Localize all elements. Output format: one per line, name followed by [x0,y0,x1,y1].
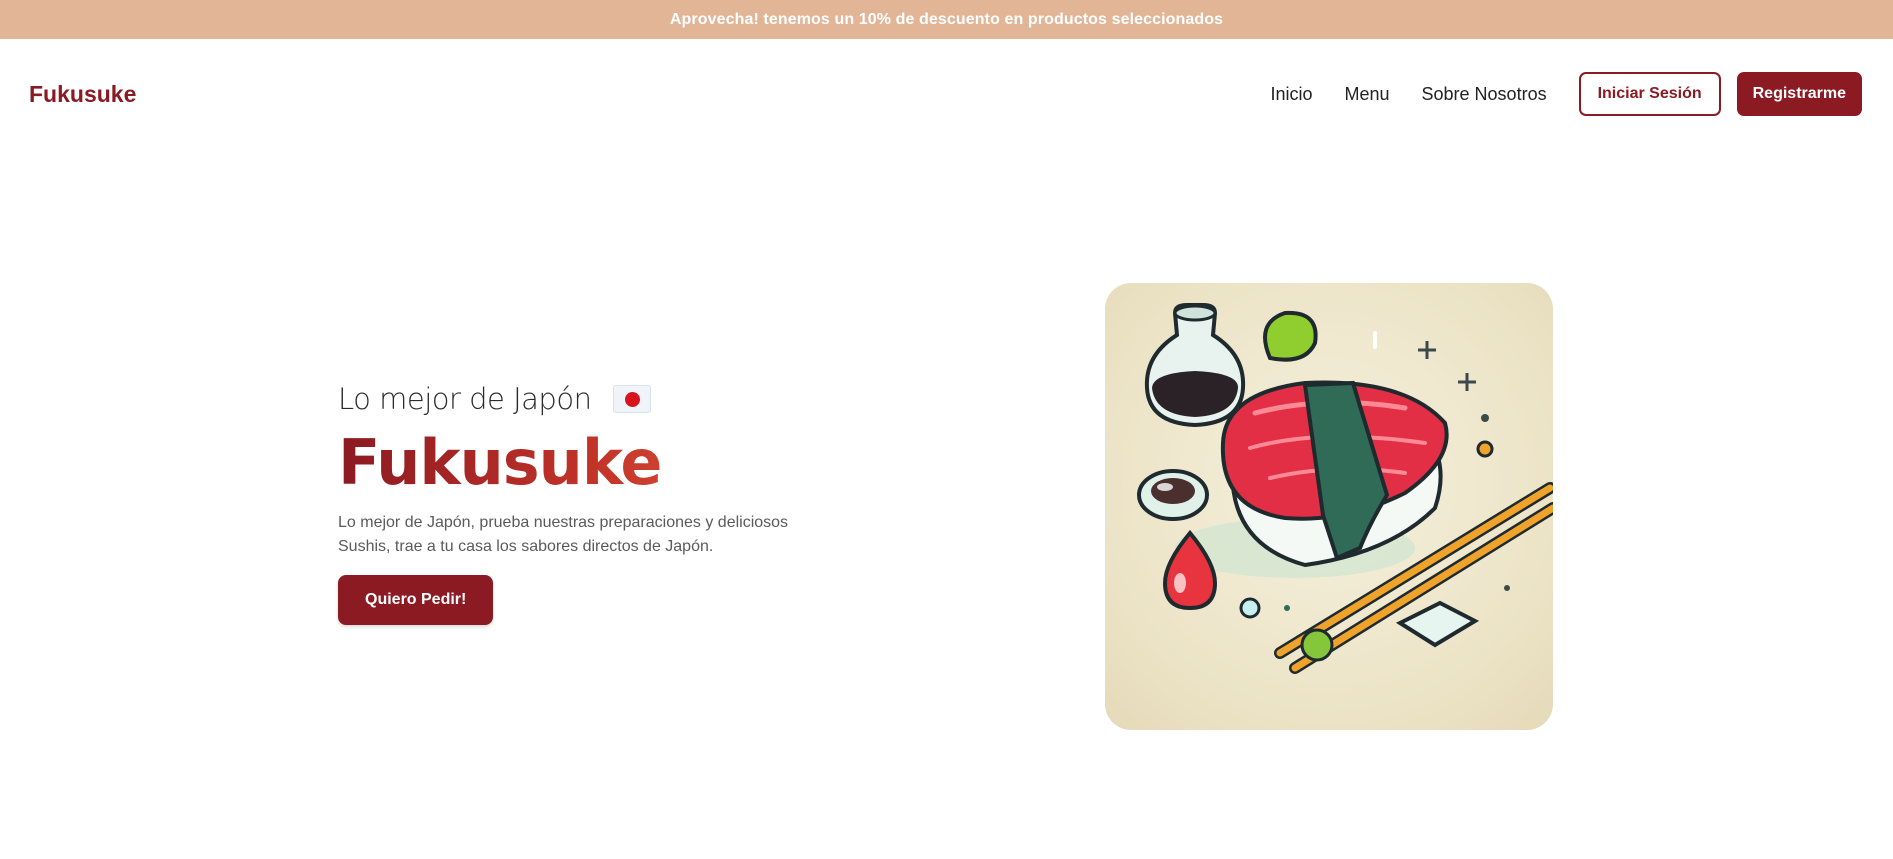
nav-links: Inicio Menu Sobre Nosotros Iniciar Sesió… [1270,71,1893,117]
nav-link-sobre-nosotros[interactable]: Sobre Nosotros [1422,84,1547,105]
order-button[interactable]: Quiero Pedir! [338,575,494,626]
sushi-illustration [1105,283,1553,730]
japan-flag-icon [613,385,652,413]
hero-title: Fukusuke [338,430,798,495]
hero-description: Lo mejor de Japón, prueba nuestras prepa… [338,514,789,556]
login-button[interactable]: Iniciar Sesión [1578,72,1721,116]
promo-banner: Aprovecha! tenemos un 10% de descuento e… [0,0,1893,39]
hero-section: Lo mejor de Japón Fukusuke Lo mejor de J… [338,382,798,626]
nav-link-menu[interactable]: Menu [1344,84,1389,105]
register-button[interactable]: Registrarme [1736,72,1862,116]
hero-subtitle: Lo mejor de Japón [338,382,592,416]
navbar: Fukusuke Inicio Menu Sobre Nosotros Inic… [0,39,1893,149]
hero-subtitle-row: Lo mejor de Japón [338,382,798,416]
brand-logo[interactable]: Fukusuke [29,81,136,108]
nav-link-inicio[interactable]: Inicio [1270,84,1312,105]
promo-text: Aprovecha! tenemos un 10% de descuento e… [669,10,1224,28]
